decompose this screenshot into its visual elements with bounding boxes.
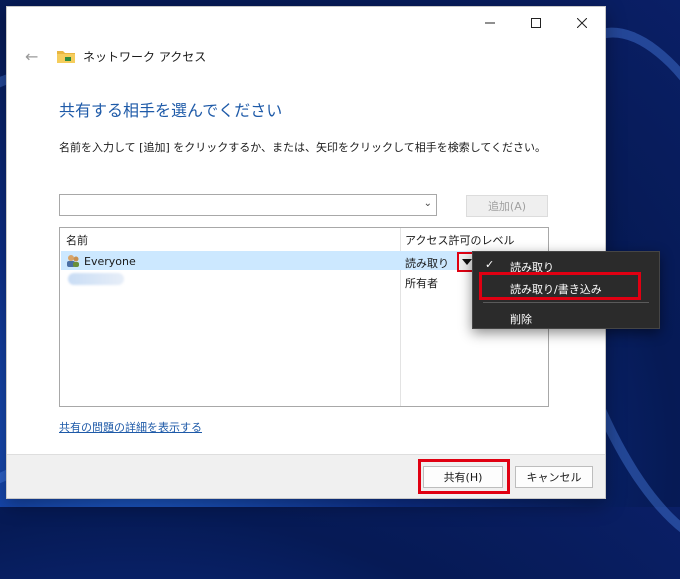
menu-separator	[483, 302, 649, 303]
users-icon	[67, 255, 79, 267]
column-header-access[interactable]: アクセス許可のレベル	[405, 232, 514, 248]
minimize-button[interactable]	[467, 7, 513, 39]
dialog-header: ← ネットワーク アクセス	[25, 45, 206, 67]
row-access-level: 所有者	[405, 277, 438, 290]
read-write-highlight	[479, 272, 641, 300]
share-button-highlight	[418, 459, 510, 494]
user-name-combobox[interactable]: ⌄	[59, 194, 437, 217]
blurred-user-name	[68, 273, 124, 285]
close-icon	[577, 18, 587, 28]
page-heading: 共有する相手を選んでください	[59, 101, 283, 120]
menu-item-remove[interactable]: 削除	[473, 306, 659, 328]
maximize-button[interactable]	[513, 7, 559, 39]
network-folder-icon	[57, 51, 75, 63]
title-bar	[7, 7, 605, 39]
triangle-down-icon	[462, 259, 472, 265]
instruction-text: 名前を入力して [追加] をクリックするか、または、矢印をクリックして相手を検索…	[59, 141, 547, 154]
back-arrow-icon[interactable]: ←	[25, 47, 47, 66]
row-name: Everyone	[84, 255, 136, 268]
user-name-input[interactable]	[63, 197, 417, 217]
add-button[interactable]: 追加(A)	[466, 195, 548, 217]
row-access-level: 読み取り	[405, 257, 449, 270]
close-button[interactable]	[559, 7, 605, 39]
cancel-button[interactable]: キャンセル	[515, 466, 593, 488]
maximize-icon	[531, 18, 541, 28]
dialog-footer: 共有(H) キャンセル	[7, 454, 605, 498]
help-link[interactable]: 共有の問題の詳細を表示する	[59, 419, 202, 435]
menu-item-label: 削除	[510, 313, 532, 326]
minimize-icon	[485, 22, 495, 24]
column-header-name[interactable]: 名前	[66, 232, 88, 248]
check-icon: ✓	[485, 258, 495, 271]
chevron-down-icon[interactable]: ⌄	[424, 198, 432, 209]
dialog-title: ネットワーク アクセス	[83, 49, 207, 64]
